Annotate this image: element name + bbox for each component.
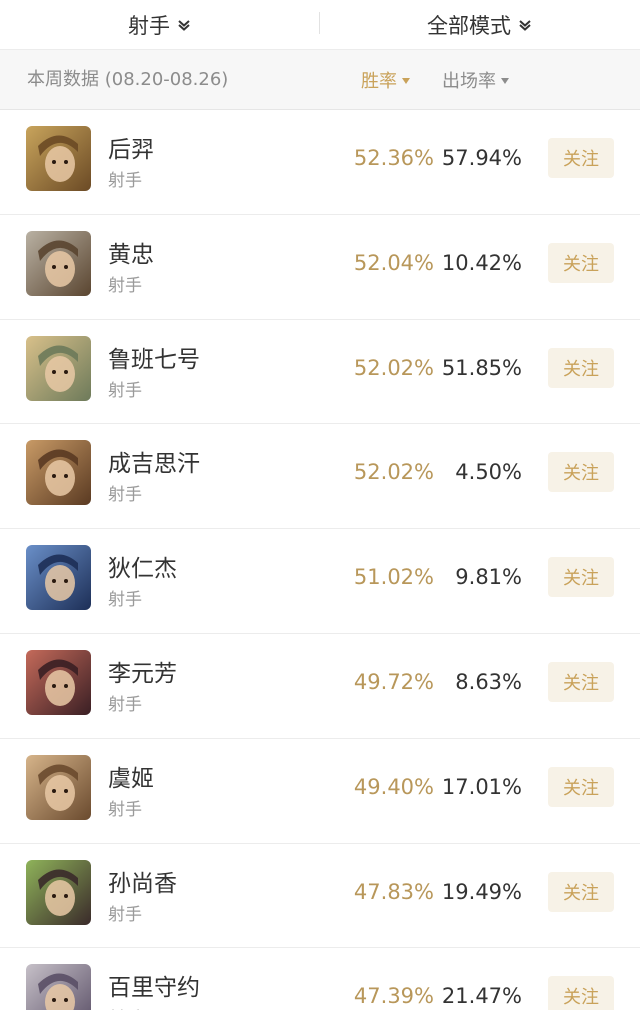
follow-button[interactable]: 关注 [548,557,614,598]
list-item[interactable]: 百里守约射手 47.39% 21.47% 关注 [0,948,640,1010]
list-item[interactable]: 李元芳射手 49.72% 8.63% 关注 [0,633,640,739]
hero-avatar [26,964,91,1010]
hero-name: 黄忠 [108,241,154,268]
follow-button[interactable]: 关注 [548,242,614,283]
win-rate-value: 49.72% [353,669,434,694]
hero-role: 射手 [108,275,142,296]
win-rate-value: 52.36% [353,146,434,170]
list-item[interactable]: 黄忠射手 52.04% 10.42% 关注 [0,214,640,320]
hero-role: 射手 [108,380,142,401]
win-rate-value: 52.02% [353,460,434,485]
list-item[interactable]: 成吉思汗射手 52.02% 4.50% 关注 [0,424,640,530]
sort-caret-icon [402,78,410,84]
hero-name: 狄仁杰 [108,556,177,583]
hero-role: 射手 [108,694,142,715]
hero-name: 孙尚香 [108,870,177,897]
pick-rate-value: 10.42% [441,250,522,275]
stats-header: 本周数据 (08.20-08.26) 胜率 出场率 [0,50,640,110]
hero-avatar [26,649,91,715]
win-rate-value: 52.02% [353,355,434,380]
hero-avatar [26,230,91,296]
win-rate-value: 47.39% [353,984,434,1009]
follow-button[interactable]: 关注 [548,871,614,912]
list-item[interactable]: 鲁班七号射手 52.02% 51.85% 关注 [0,319,640,425]
list-item[interactable]: 孙尚香射手 47.83% 19.49% 关注 [0,843,640,949]
hero-role: 射手 [108,799,142,820]
sort-pick-rate[interactable]: 出场率 [442,50,509,110]
hero-role: 射手 [108,485,142,506]
win-rate-value: 47.83% [353,879,434,904]
hero-avatar [26,440,91,506]
mode-filter-label: 全部模式 [427,14,511,38]
sort-win-rate-label: 胜率 [361,71,397,92]
chevron-down-icon [517,17,533,33]
pick-rate-value: 51.85% [441,355,522,380]
pick-rate-value: 8.63% [455,669,522,694]
hero-name: 百里守约 [108,975,200,1002]
pick-rate-value: 19.49% [441,879,522,904]
pick-rate-value: 17.01% [441,774,522,799]
chevron-down-icon [176,17,192,33]
hero-role: 射手 [108,171,142,191]
follow-button[interactable]: 关注 [548,661,614,702]
pick-rate-value: 4.50% [455,460,522,485]
follow-button[interactable]: 关注 [548,766,614,807]
pick-rate-value: 21.47% [441,984,522,1009]
win-rate-value: 51.02% [353,565,434,590]
hero-avatar [26,335,91,401]
follow-button[interactable]: 关注 [548,347,614,388]
list-item[interactable]: 狄仁杰射手 51.02% 9.81% 关注 [0,529,640,634]
hero-avatar [26,859,91,925]
win-rate-value: 49.40% [353,774,434,799]
hero-name: 李元芳 [108,660,177,687]
follow-button[interactable]: 关注 [548,452,614,493]
top-filter-bar: 射手 全部模式 [0,0,640,50]
hero-list: 后羿 射手 52.36% 57.94% 关注 黄忠 射手 52.04% 10.42% 关注 鲁班七号… [0,110,640,1010]
follow-button[interactable]: 关注 [548,976,614,1010]
hero-avatar [26,545,91,611]
hero-role: 射手 [108,904,142,925]
sort-win-rate[interactable]: 胜率 [361,50,410,110]
hero-role: 射手 [108,590,142,611]
win-rate-value: 52.04% [353,250,434,275]
hero-avatar [26,126,91,191]
role-filter-label: 射手 [128,14,170,38]
list-item[interactable]: 后羿射手 52.36% 57.94% 关注 [0,110,640,215]
sort-pick-rate-label: 出场率 [442,71,496,92]
hero-role: 射手 [108,1004,142,1010]
follow-button[interactable]: 关注 [548,138,614,178]
hero-name: 后羿 [108,137,154,163]
list-item[interactable]: 虞姬射手 49.40% 17.01% 关注 [0,738,640,844]
hero-name: 虞姬 [108,765,154,792]
mode-filter-dropdown[interactable]: 全部模式 [320,0,640,50]
period-label: 本周数据 (08.20-08.26) [27,69,229,90]
hero-name: 成吉思汗 [108,451,200,478]
sort-caret-icon [501,78,509,84]
pick-rate-value: 9.81% [455,565,522,590]
pick-rate-value: 57.94% [441,146,522,170]
role-filter-dropdown[interactable]: 射手 [0,0,320,50]
hero-name: 鲁班七号 [108,346,200,373]
hero-avatar [26,754,91,820]
